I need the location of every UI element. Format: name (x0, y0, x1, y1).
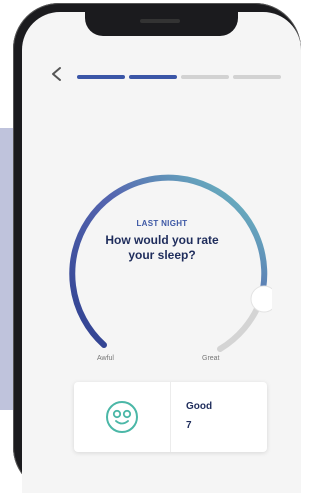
question-eyebrow: LAST NIGHT (136, 219, 188, 228)
progress-step-2 (129, 75, 177, 79)
chevron-left-icon (52, 67, 61, 81)
progress-step-1 (77, 75, 125, 79)
progress-step-3 (181, 75, 229, 79)
question-title: How would you rate your sleep? (105, 233, 219, 262)
app-screen: LAST NIGHT How would you rate your sleep… (22, 12, 301, 493)
card-divider (170, 382, 171, 452)
dial-track (217, 299, 263, 352)
slider-knob[interactable] (250, 285, 272, 313)
max-label: Great (202, 355, 220, 362)
progress-step-4 (233, 75, 281, 79)
rating-value: 7 (186, 420, 192, 431)
min-label: Awful (97, 355, 114, 362)
phone-notch (85, 12, 238, 36)
smiley-face-icon (104, 399, 140, 435)
rating-result-card[interactable]: Good 7 (74, 382, 267, 452)
sleep-rating-dial[interactable]: LAST NIGHT How would you rate your sleep… (52, 147, 272, 377)
phone-frame: LAST NIGHT How would you rate your sleep… (13, 3, 301, 493)
speaker-grille (140, 19, 180, 23)
back-button[interactable] (50, 66, 72, 88)
step-progress (77, 75, 281, 79)
rating-label: Good (186, 401, 213, 412)
